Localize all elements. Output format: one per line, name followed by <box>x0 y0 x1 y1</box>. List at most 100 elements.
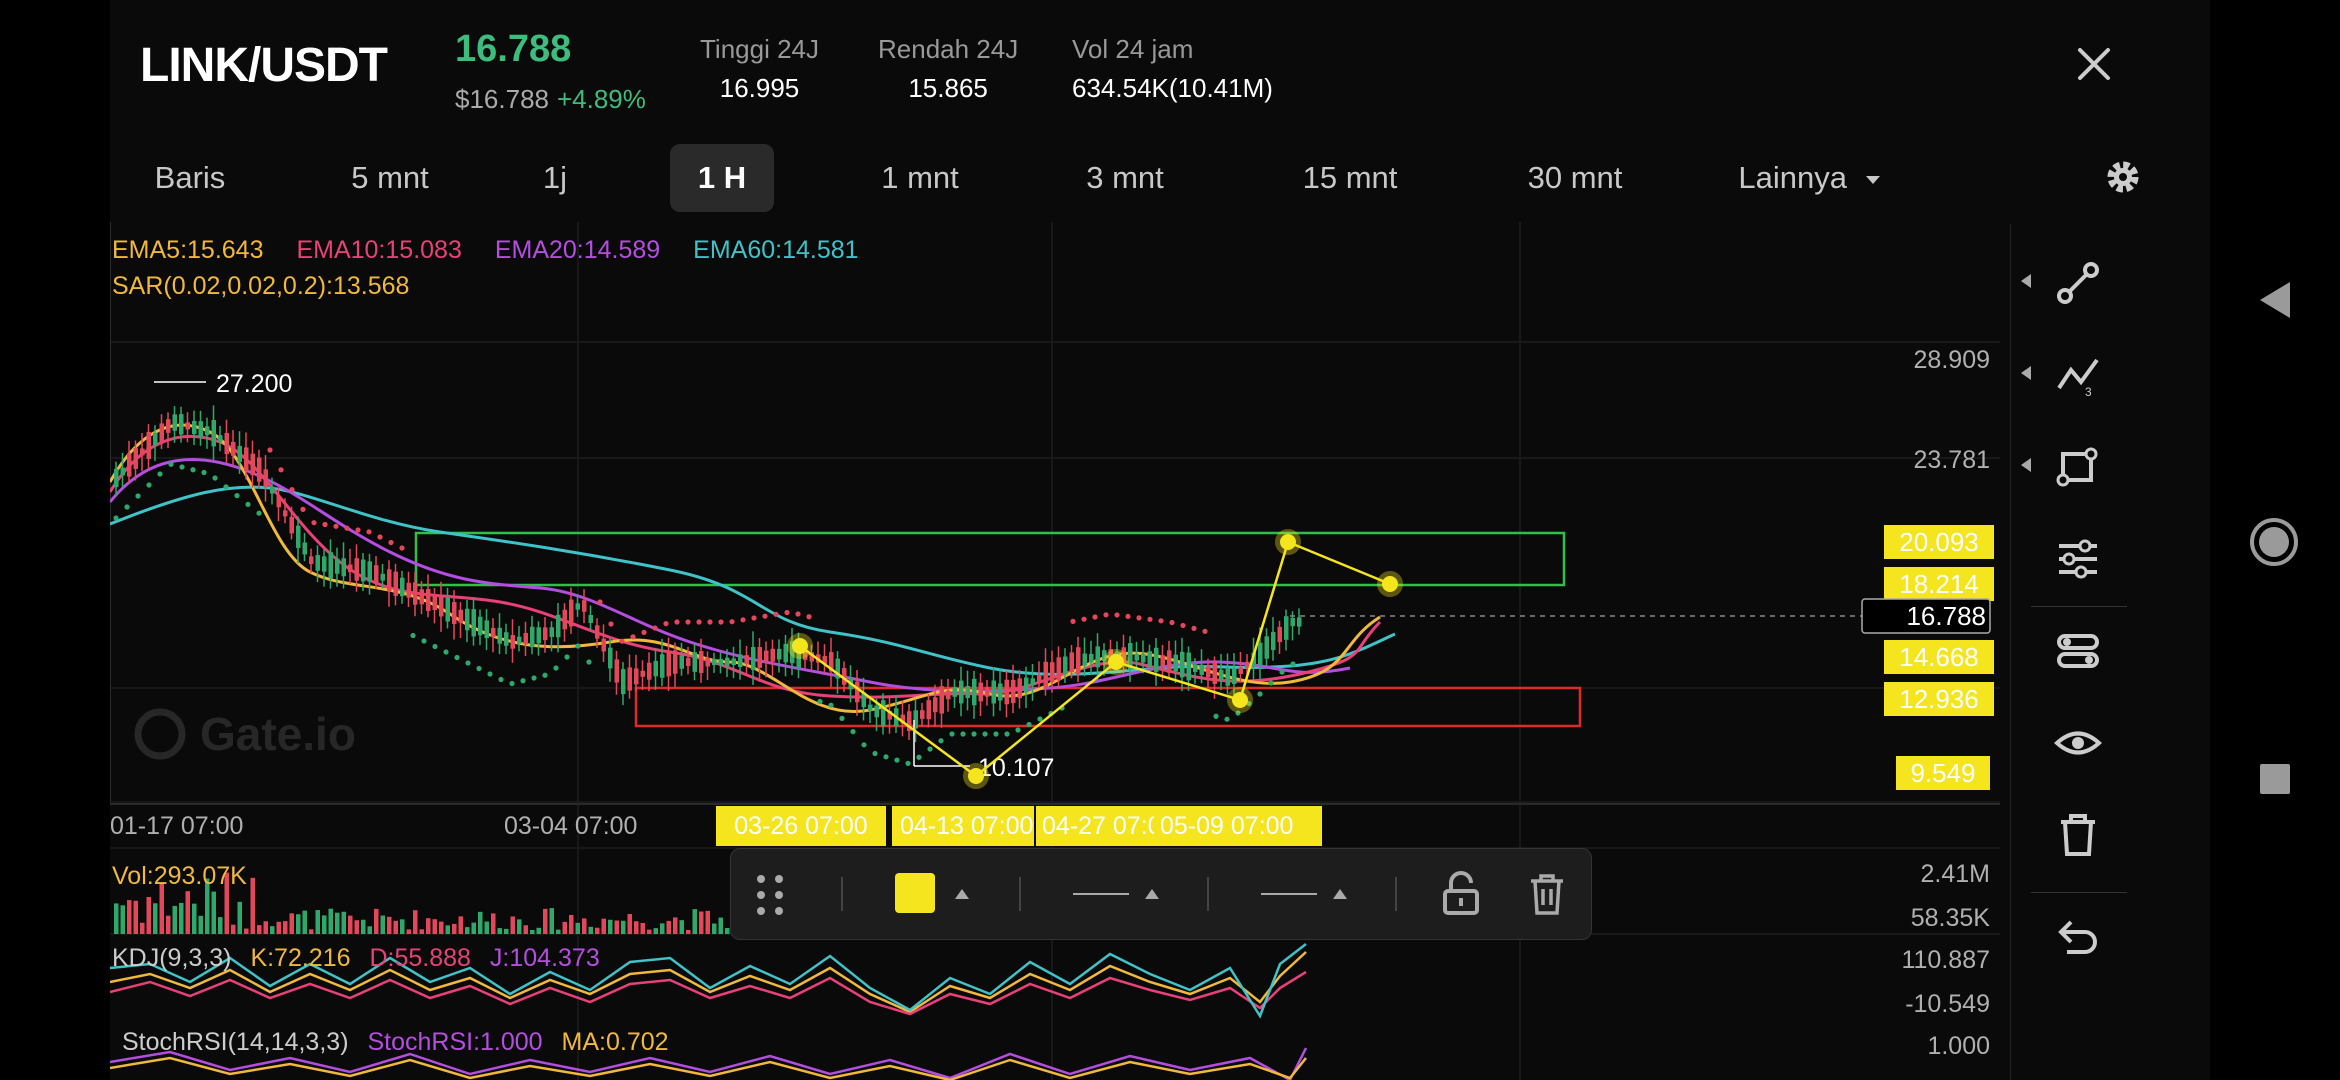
volume-bar <box>218 917 223 934</box>
candle-body <box>556 614 561 638</box>
vol-axis-1: 2.41M <box>1921 860 1990 888</box>
lock-icon[interactable] <box>1439 871 1483 917</box>
candle-body <box>1290 617 1295 627</box>
candle-body <box>309 556 314 564</box>
tab-15min[interactable]: 15 mnt <box>1270 144 1430 212</box>
sar-dot <box>564 654 570 660</box>
undo-icon[interactable] <box>2053 914 2103 964</box>
sar-dot <box>707 619 713 625</box>
candle-body <box>445 597 450 622</box>
volume-bar <box>263 921 268 934</box>
sar-dot <box>399 545 405 551</box>
candle-body <box>1258 642 1263 665</box>
line-tool-icon[interactable] <box>2053 258 2103 308</box>
sar-dot <box>1026 721 1032 728</box>
tab-3min[interactable]: 3 mnt <box>1055 144 1195 212</box>
tab-1h[interactable]: 1 H <box>670 144 774 212</box>
recents-icon[interactable] <box>2258 762 2292 796</box>
candle-body <box>1167 650 1172 673</box>
volume-bar <box>647 929 652 934</box>
sar-dot <box>1202 628 1208 634</box>
sar-dot <box>509 680 515 687</box>
candle-body <box>757 647 762 668</box>
candle-body <box>1284 616 1289 640</box>
volume-bar <box>588 926 593 934</box>
price-label-4: 12.936 <box>1899 684 1979 714</box>
sar-dot <box>465 660 471 666</box>
eye-icon[interactable] <box>2053 718 2103 768</box>
candle-body <box>231 441 236 456</box>
volume-bar <box>712 923 717 934</box>
candle-body <box>770 648 775 662</box>
candle-body <box>491 627 496 638</box>
volume-bar <box>296 914 301 934</box>
candle-body <box>569 599 574 627</box>
line-width-button[interactable] <box>1073 893 1129 895</box>
tab-5min[interactable]: 5 mnt <box>320 144 460 212</box>
back-icon[interactable] <box>2258 280 2292 320</box>
candle-body <box>640 670 645 677</box>
candle-body <box>933 697 938 713</box>
volume-bar <box>237 901 242 934</box>
sar-dot <box>1015 727 1021 733</box>
candle-body <box>1173 654 1178 672</box>
candle-body <box>952 687 957 697</box>
volume-bar <box>660 923 665 934</box>
sar-dot <box>674 619 680 625</box>
candle-body <box>588 615 593 623</box>
sar-dot <box>124 504 130 510</box>
gear-icon[interactable] <box>2102 156 2144 198</box>
tab-1min[interactable]: 1 mnt <box>850 144 990 212</box>
sar-dot <box>234 493 240 499</box>
home-icon[interactable] <box>2248 516 2300 568</box>
volume-bar <box>387 916 392 934</box>
indicators-icon[interactable] <box>2053 626 2103 676</box>
sar-dot <box>179 464 185 470</box>
sar-dot <box>366 529 372 535</box>
candle-body <box>998 683 1003 701</box>
volume-bar <box>575 922 580 934</box>
caret-up-icon[interactable] <box>953 887 971 901</box>
caret-up-icon[interactable] <box>1331 887 1349 901</box>
volume-bar <box>146 896 151 934</box>
stoch-label: StochRSI(14,14,3,3) <box>122 1028 349 1056</box>
candle-body <box>289 516 294 534</box>
sar-dot <box>168 461 174 467</box>
tab-more[interactable]: Lainnya <box>1720 144 1900 212</box>
volume-bar <box>614 920 619 934</box>
trend-tool-icon[interactable]: 3 <box>2053 350 2103 400</box>
volume-bar <box>692 909 697 934</box>
tab-30min[interactable]: 30 mnt <box>1495 144 1655 212</box>
candle-body <box>114 468 119 488</box>
sar-dot <box>498 676 504 683</box>
drag-handle-icon[interactable] <box>753 873 789 917</box>
color-swatch-button[interactable] <box>895 873 935 913</box>
line-style-button[interactable] <box>1261 893 1317 895</box>
caret-up-icon[interactable] <box>1143 887 1161 901</box>
candle-body <box>393 571 398 596</box>
sar-dot <box>344 525 350 531</box>
volume-bar <box>699 911 704 934</box>
sar-dot <box>1070 618 1076 624</box>
close-icon[interactable] <box>2074 44 2114 84</box>
stoch-ma-label: MA:0.702 <box>561 1028 669 1056</box>
volume-bar <box>530 929 535 934</box>
volume-bar <box>621 920 626 934</box>
trash-icon[interactable] <box>1527 871 1567 917</box>
volume-bar <box>374 908 379 934</box>
volume-bar <box>634 921 639 934</box>
trash-icon[interactable] <box>2053 810 2103 860</box>
volume-bar <box>491 913 496 934</box>
volume-bar <box>504 928 509 934</box>
candle-body <box>751 647 756 670</box>
sar-dot <box>1191 625 1197 631</box>
sar-dot <box>663 621 669 627</box>
tab-baris[interactable]: Baris <box>130 144 250 212</box>
candle-body <box>432 596 437 611</box>
shape-tool-icon[interactable] <box>2053 442 2103 492</box>
candle-body <box>939 686 944 714</box>
volume-bar <box>445 925 450 934</box>
candle-body <box>926 700 931 720</box>
sliders-icon[interactable] <box>2053 534 2103 584</box>
tab-1j[interactable]: 1j <box>510 144 600 212</box>
